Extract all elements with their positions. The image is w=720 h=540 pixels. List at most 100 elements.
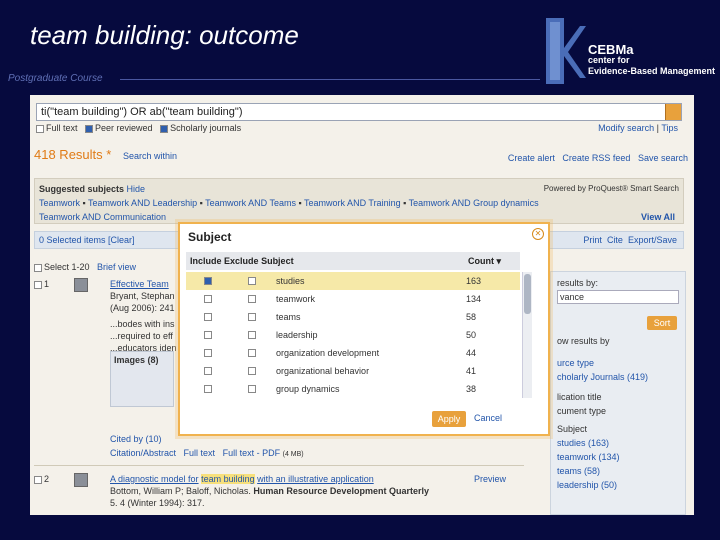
subject-name: teamwork [276, 294, 316, 304]
subject-facet-item[interactable]: leadership (50) [557, 478, 679, 492]
suggested-item[interactable]: Teamwork AND Leadership [88, 198, 197, 208]
scholarly-facet[interactable]: cholarly Journals (419) [557, 370, 679, 384]
brief-view-link[interactable]: Brief view [97, 262, 136, 272]
search-button[interactable] [665, 104, 681, 120]
subject-count: 44 [466, 348, 477, 358]
result-checkbox[interactable] [34, 475, 42, 484]
create-alert-link[interactable]: Create alert [508, 153, 555, 163]
subject-count: 41 [466, 366, 477, 376]
slide-title: team building: outcome [30, 20, 299, 50]
cancel-link[interactable]: Cancel [474, 413, 502, 423]
subject-row[interactable]: organization development 44 [186, 344, 520, 362]
result-divider [34, 465, 524, 466]
result-checkbox[interactable] [34, 280, 42, 289]
subject-name: organization development [276, 348, 380, 358]
view-all-link[interactable]: View All [641, 210, 675, 224]
modal-scrollbar[interactable] [522, 272, 532, 398]
suggested-item[interactable]: Teamwork AND Training [304, 198, 401, 208]
subject-row[interactable]: organizational behavior 41 [186, 362, 520, 380]
subject-row[interactable]: studies 163 [186, 272, 520, 290]
result-author: Bottom, William P; Baloff, Nicholas. [110, 486, 251, 496]
modify-search-link[interactable]: Modify search [598, 123, 654, 133]
subject-list: studies 163 teamwork 134 teams 58 leader… [186, 272, 520, 398]
suggested-item[interactable]: Teamwork AND Teams [205, 198, 296, 208]
result-number: 2 [44, 474, 50, 484]
fulltext-checkbox[interactable] [36, 124, 44, 133]
peer-label: Peer reviewed [95, 123, 153, 133]
doc-thumb-icon [74, 473, 88, 487]
subject-row[interactable]: teams 58 [186, 308, 520, 326]
suggested-item[interactable]: Teamwork AND Communication [39, 212, 166, 222]
result-title-link[interactable]: with an illustrative application [257, 474, 374, 484]
fulltext-link[interactable]: Full text [184, 448, 216, 458]
col-include: Include [190, 256, 222, 266]
search-input[interactable]: ti("team building") OR ab("team building… [36, 103, 682, 121]
exclude-checkbox[interactable] [248, 295, 256, 303]
subject-row[interactable]: leadership 50 [186, 326, 520, 344]
doc-type-facet[interactable]: cument type [557, 404, 679, 418]
export-link[interactable]: Export/Save [628, 235, 677, 245]
hide-link[interactable]: Hide [127, 184, 146, 194]
logo-mark-icon [546, 18, 586, 84]
subject-facet-item[interactable]: studies (163) [557, 436, 679, 450]
apply-button[interactable]: Apply [432, 411, 466, 427]
subject-row[interactable]: teamwork 134 [186, 290, 520, 308]
subject-facet[interactable]: Subject [557, 422, 679, 436]
subject-count: 134 [466, 294, 482, 304]
include-checkbox[interactable] [204, 331, 212, 339]
pub-title-facet[interactable]: lication title [557, 390, 679, 404]
subject-name: organizational behavior [276, 366, 370, 376]
subject-name: teams [276, 312, 301, 322]
result-snippet: ...bodes with ins [110, 319, 175, 329]
result-title-link[interactable]: Effective Team [110, 278, 169, 290]
citation-link[interactable]: Citation/Abstract [110, 448, 176, 458]
exclude-checkbox[interactable] [248, 331, 256, 339]
suggested-label: Suggested subjects [39, 184, 125, 194]
close-icon[interactable]: ✕ [532, 228, 544, 240]
save-search-link[interactable]: Save search [638, 153, 688, 163]
sort-button[interactable]: Sort [647, 316, 677, 330]
sort-select[interactable]: vance [557, 290, 679, 304]
exclude-checkbox[interactable] [248, 367, 256, 375]
result-title-link[interactable]: A diagnostic model for [110, 474, 199, 484]
result-date: (Aug 2006): 241 [110, 303, 175, 313]
selected-items[interactable]: 0 Selected items [Clear] [39, 235, 135, 245]
exclude-checkbox[interactable] [248, 385, 256, 393]
print-link[interactable]: Print [583, 235, 602, 245]
scroll-thumb[interactable] [524, 274, 531, 314]
exclude-checkbox[interactable] [248, 349, 256, 357]
col-count[interactable]: Count [468, 256, 494, 266]
subject-row[interactable]: group dynamics 38 [186, 380, 520, 398]
result-title-highlight[interactable]: team building [201, 474, 255, 484]
include-checkbox[interactable] [204, 385, 212, 393]
modal-header: Include Exclude Subject Count ▾ [186, 252, 520, 270]
include-checkbox[interactable] [204, 313, 212, 321]
subject-name: studies [276, 276, 305, 286]
select-checkbox[interactable] [34, 263, 42, 272]
select-range: Select 1-20 [44, 262, 90, 272]
scholarly-checkbox[interactable] [160, 124, 169, 133]
tips-link[interactable]: Tips [661, 123, 678, 133]
suggested-subjects: Suggested subjects Hide Powered by ProQu… [34, 178, 684, 224]
suggested-item[interactable]: Teamwork [39, 198, 80, 208]
cite-link[interactable]: Cite [607, 235, 623, 245]
search-within-link[interactable]: Search within [123, 151, 177, 161]
modal-title: Subject [188, 230, 232, 244]
cited-by-link[interactable]: Cited by (10) [110, 434, 162, 444]
create-rss-link[interactable]: Create RSS feed [562, 153, 630, 163]
pdf-link[interactable]: Full text - PDF [223, 448, 281, 458]
source-type[interactable]: urce type [557, 356, 679, 370]
images-label[interactable]: Images (8) [114, 355, 159, 365]
preview-link[interactable]: Preview [474, 473, 506, 485]
subject-facet-item[interactable]: teamwork (134) [557, 450, 679, 464]
subject-facet-item[interactable]: teams (58) [557, 464, 679, 478]
include-checkbox[interactable] [204, 349, 212, 357]
exclude-checkbox[interactable] [248, 313, 256, 321]
cebma-logo: CEBMa center for Evidence-Based Manageme… [546, 18, 716, 88]
include-checkbox[interactable] [204, 295, 212, 303]
peer-checkbox[interactable] [85, 124, 94, 133]
include-checkbox[interactable] [204, 277, 212, 285]
include-checkbox[interactable] [204, 367, 212, 375]
exclude-checkbox[interactable] [248, 277, 256, 285]
suggested-item[interactable]: Teamwork AND Group dynamics [409, 198, 539, 208]
